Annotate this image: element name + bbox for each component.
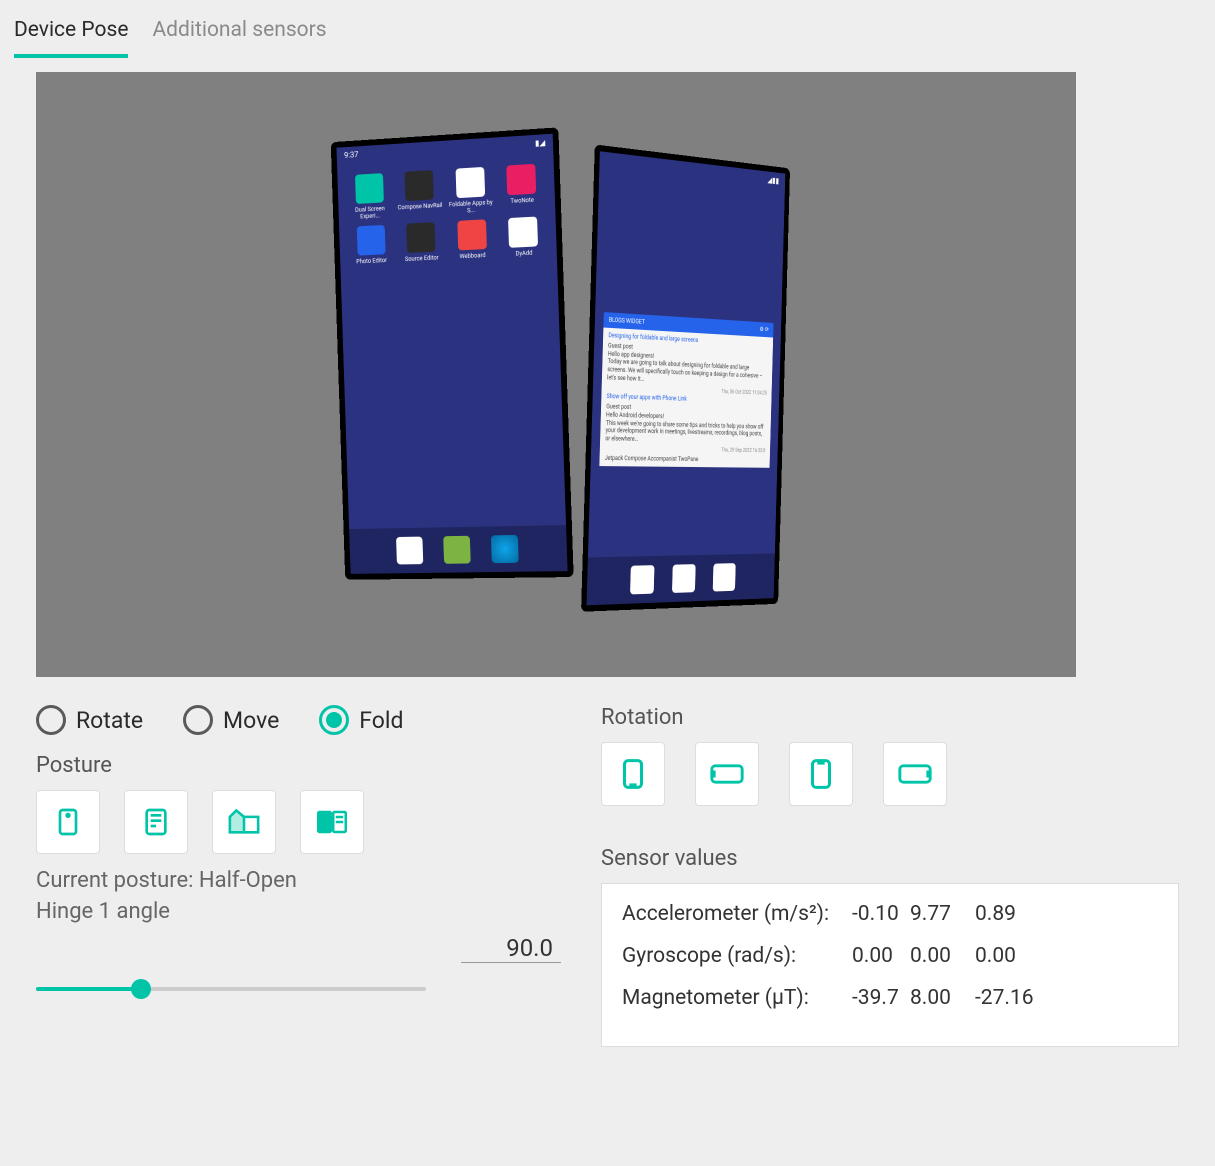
- radio-fold[interactable]: Fold: [319, 705, 403, 735]
- posture-book-button[interactable]: [300, 790, 364, 854]
- device-left-screen: 9:37▮◢ Dual Screen Experi... Compose Nav…: [331, 127, 574, 579]
- rotation-landscape-left-button[interactable]: [695, 742, 759, 806]
- rotation-landscape-right-button[interactable]: [883, 742, 947, 806]
- rotation-label: Rotation: [601, 705, 1179, 730]
- hinge-angle-value[interactable]: 90.0: [461, 934, 561, 963]
- device-right-screen: ◢▮▮ BLOGS WIDGET⚙ ⟳ Designing for foldab…: [581, 144, 790, 611]
- hinge-angle-slider[interactable]: [36, 977, 426, 1001]
- current-posture-text: Current posture: Half-Open: [36, 868, 561, 893]
- posture-label: Posture: [36, 753, 561, 778]
- tab-additional-sensors[interactable]: Additional sensors: [152, 18, 326, 58]
- posture-half-open-button[interactable]: [212, 790, 276, 854]
- tab-bar: Device Pose Additional sensors: [0, 0, 1215, 58]
- posture-flat-button[interactable]: [124, 790, 188, 854]
- sensor-row-magnetometer: Magnetometer (μT): -39.7 8.00 -27.16: [622, 986, 1158, 1010]
- rotation-portrait-button[interactable]: [601, 742, 665, 806]
- sensor-values-table: Accelerometer (m/s²): -0.10 9.77 0.89 Gy…: [601, 883, 1179, 1047]
- radio-move[interactable]: Move: [183, 705, 279, 735]
- tab-device-pose[interactable]: Device Pose: [14, 18, 128, 58]
- radio-rotate[interactable]: Rotate: [36, 705, 143, 735]
- hinge-angle-label: Hinge 1 angle: [36, 899, 561, 924]
- device-3d-preview[interactable]: 9:37▮◢ Dual Screen Experi... Compose Nav…: [36, 72, 1076, 677]
- sensor-row-gyroscope: Gyroscope (rad/s): 0.00 0.00 0.00: [622, 944, 1158, 968]
- rotation-portrait-flipped-button[interactable]: [789, 742, 853, 806]
- sensor-row-accelerometer: Accelerometer (m/s²): -0.10 9.77 0.89: [622, 902, 1158, 926]
- sensor-values-label: Sensor values: [601, 846, 1179, 871]
- foldable-device-mock: 9:37▮◢ Dual Screen Experi... Compose Nav…: [326, 127, 826, 627]
- manipulation-mode-group: Rotate Move Fold: [36, 705, 561, 735]
- posture-closed-button[interactable]: [36, 790, 100, 854]
- status-time: 9:37: [344, 150, 359, 160]
